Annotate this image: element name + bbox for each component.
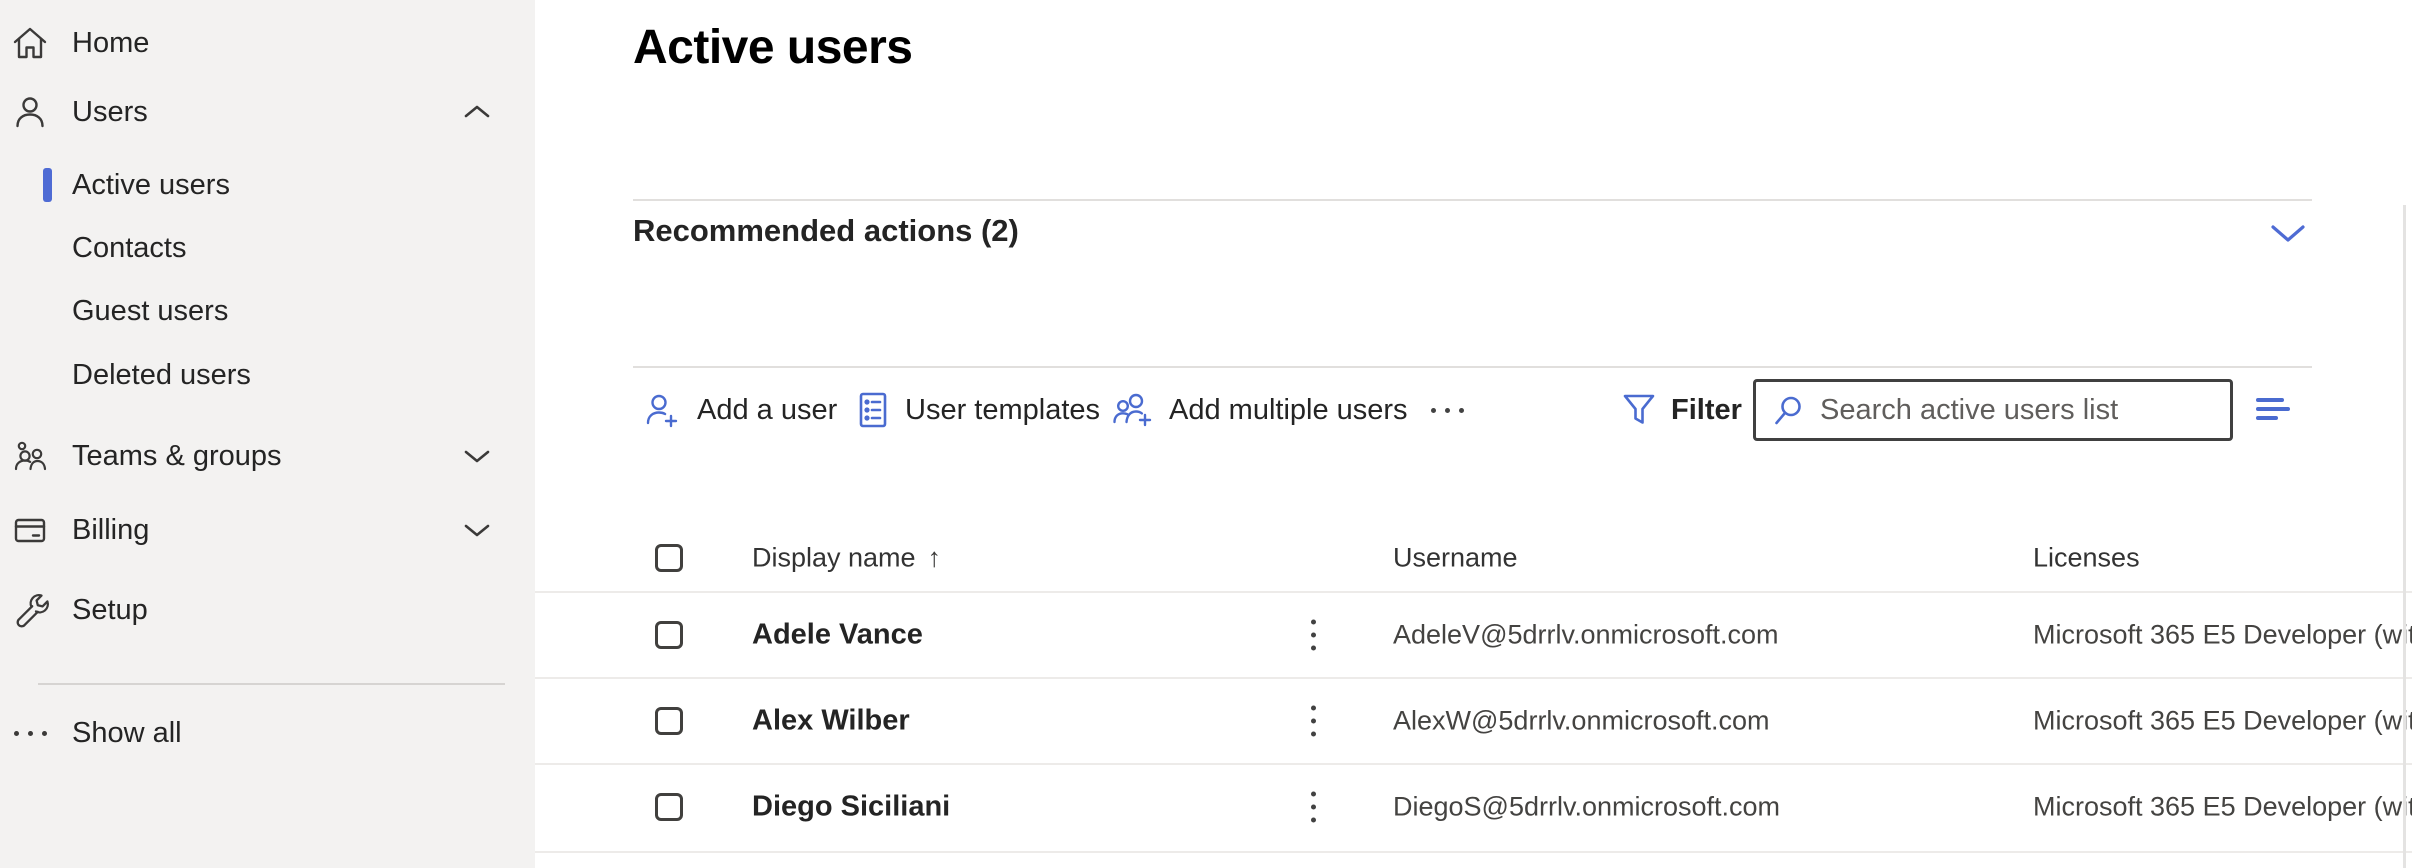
teams-groups-icon	[8, 434, 52, 478]
search-icon	[1772, 393, 1806, 427]
chevron-down-icon	[462, 447, 492, 465]
user-licenses: Microsoft 365 E5 Developer (without Wind…	[2033, 706, 2412, 737]
sidebar-item-label: Setup	[72, 594, 148, 627]
sidebar-item-label: Home	[72, 27, 149, 60]
search-box	[1753, 379, 2233, 441]
chevron-down-icon	[462, 521, 492, 539]
filter-funnel-icon	[1621, 391, 1657, 429]
column-username[interactable]: Username	[1393, 542, 1518, 573]
sidebar-divider	[38, 683, 505, 685]
setup-wrench-icon	[8, 588, 52, 632]
sidebar-item-guest-users[interactable]: Guest users	[0, 280, 535, 342]
billing-icon	[8, 508, 52, 552]
ellipsis-icon	[8, 711, 52, 755]
user-display-name[interactable]: Alex Wilber	[752, 705, 910, 738]
sidebar-item-label: Contacts	[72, 232, 186, 265]
user-username: AdeleV@5drrlv.onmicrosoft.com	[1393, 620, 1779, 651]
user-licenses: Microsoft 365 E5 Developer (without Wind…	[2033, 792, 2412, 823]
add-multiple-users-label: Add multiple users	[1169, 394, 1408, 427]
sidebar-item-show-all[interactable]: Show all	[0, 702, 535, 764]
sidebar-item-deleted-users[interactable]: Deleted users	[0, 344, 535, 406]
people-add-icon	[1111, 390, 1155, 430]
main-content: Active users Recommended actions (2) Add…	[535, 0, 2412, 868]
row-checkbox[interactable]	[655, 621, 683, 649]
sidebar-item-users[interactable]: Users	[0, 81, 535, 143]
more-commands-button[interactable]	[1431, 376, 1464, 444]
table-header: Display name↑ Username Licenses	[535, 524, 2412, 591]
user-username: DiegoS@5drrlv.onmicrosoft.com	[1393, 792, 1780, 823]
sidebar-item-active-users[interactable]: Active users	[0, 154, 535, 216]
table-row[interactable]: Diego Siciliani DiegoS@5drrlv.onmicrosof…	[535, 763, 2412, 849]
sidebar-item-label: Guest users	[72, 295, 228, 328]
chevron-up-icon	[462, 103, 492, 121]
user-rows: Adele Vance AdeleV@5drrlv.onmicrosoft.co…	[535, 591, 2412, 849]
select-all-checkbox[interactable]	[655, 544, 683, 572]
sidebar-item-billing[interactable]: Billing	[0, 499, 535, 561]
add-user-label: Add a user	[697, 394, 837, 427]
filter-button[interactable]: Filter	[1621, 376, 1742, 444]
sidebar-item-label: Teams & groups	[72, 440, 282, 473]
sort-lines-icon[interactable]	[2256, 398, 2296, 424]
sidebar-item-label: Active users	[72, 169, 230, 202]
selected-indicator	[43, 168, 52, 202]
sort-ascending-arrow-icon: ↑	[928, 542, 942, 572]
column-licenses[interactable]: Licenses	[2033, 542, 2140, 573]
filter-label: Filter	[1671, 394, 1742, 427]
sidebar-item-contacts[interactable]: Contacts	[0, 217, 535, 279]
divider	[535, 851, 2412, 853]
column-display-name[interactable]: Display name↑	[752, 542, 941, 573]
add-multiple-users-button[interactable]: Add multiple users	[1111, 376, 1408, 444]
command-bar: Add a user User templates	[535, 376, 2412, 444]
home-icon	[8, 21, 52, 65]
sidebar-item-label: Users	[72, 96, 148, 129]
search-input[interactable]	[1820, 394, 2214, 427]
sidebar-item-teams-groups[interactable]: Teams & groups	[0, 425, 535, 487]
sidebar-item-home[interactable]: Home	[0, 12, 535, 74]
user-templates-label: User templates	[905, 394, 1100, 427]
user-icon	[8, 90, 52, 134]
scrollbar-track[interactable]	[2403, 205, 2406, 868]
more-ellipsis-icon	[1431, 408, 1464, 413]
table-row[interactable]: Alex Wilber AlexW@5drrlv.onmicrosoft.com…	[535, 677, 2412, 763]
row-checkbox[interactable]	[655, 793, 683, 821]
user-licenses: Microsoft 365 E5 Developer (without Wind…	[2033, 620, 2412, 651]
recommended-actions-title: Recommended actions (2)	[633, 213, 1019, 249]
person-add-icon	[643, 390, 683, 430]
user-username: AlexW@5drrlv.onmicrosoft.com	[1393, 706, 1769, 737]
sidebar-item-label: Billing	[72, 514, 149, 547]
user-display-name[interactable]: Adele Vance	[752, 619, 923, 652]
row-more-actions-kebab-icon[interactable]	[1307, 702, 1320, 741]
recommended-actions-expand-chevron-icon[interactable]	[2270, 224, 2306, 244]
sidebar-item-setup[interactable]: Setup	[0, 579, 535, 641]
row-more-actions-kebab-icon[interactable]	[1307, 788, 1320, 827]
sidebar: Home Users Active users Contacts Guest u…	[0, 0, 535, 868]
page-title: Active users	[633, 20, 913, 75]
divider	[633, 366, 2312, 368]
user-display-name[interactable]: Diego Siciliani	[752, 791, 950, 824]
row-more-actions-kebab-icon[interactable]	[1307, 616, 1320, 655]
sidebar-item-label: Show all	[72, 717, 182, 750]
table-row[interactable]: Adele Vance AdeleV@5drrlv.onmicrosoft.co…	[535, 591, 2412, 677]
sidebar-item-label: Deleted users	[72, 359, 251, 392]
add-user-button[interactable]: Add a user	[643, 376, 837, 444]
divider	[633, 199, 2312, 201]
row-checkbox[interactable]	[655, 707, 683, 735]
template-list-icon	[855, 390, 891, 430]
user-templates-button[interactable]: User templates	[855, 376, 1100, 444]
